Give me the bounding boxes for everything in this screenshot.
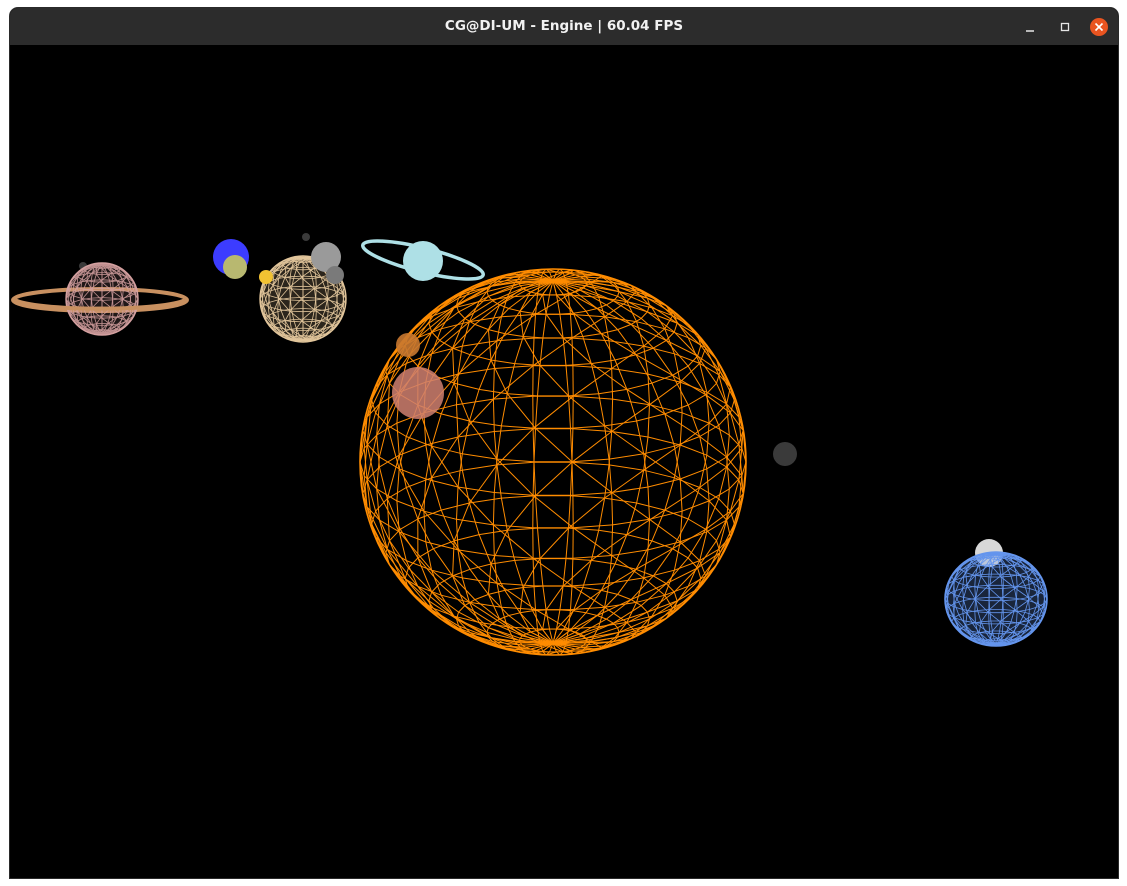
window-title: CG@DI-UM - Engine | 60.04 FPS [444,18,684,34]
grey-moon-small [326,266,344,284]
title-bar[interactable]: CG@DI-UM - Engine | 60.04 FPS [10,8,1118,46]
render-viewport[interactable] [10,45,1118,878]
close-icon [1090,18,1108,36]
orange-moon [396,333,420,357]
salmon-planet [392,367,444,419]
ringed-planet-pink [11,262,189,336]
dark-grey-planet [773,442,797,466]
maximize-button[interactable] [1055,17,1075,37]
yellow-moon [259,270,273,284]
maximize-icon [1060,22,1070,32]
ringed-planet-cyan [361,239,485,281]
olive-moon [223,255,247,279]
close-button[interactable] [1089,17,1109,37]
minimize-icon [1026,30,1034,32]
app-window: CG@DI-UM - Engine | 60.04 FPS [10,8,1118,878]
cornflower-planet [944,551,1048,647]
sun [359,268,747,656]
minimize-button[interactable] [1020,17,1040,37]
distant-moon-b [302,233,310,241]
scene-canvas [11,233,1048,656]
